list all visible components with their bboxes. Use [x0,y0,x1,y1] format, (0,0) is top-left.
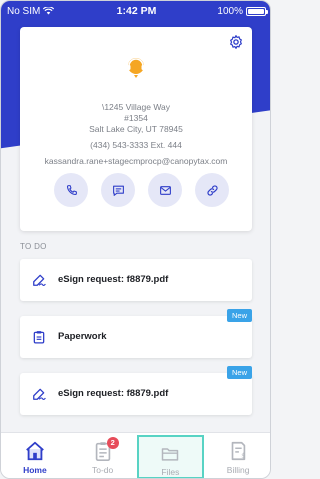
email-address: kassandra.rane+stagecmprocp@canopytax.co… [44,156,228,166]
gear-icon[interactable] [228,34,244,50]
todo-item[interactable]: eSign request: f8879.pdf [20,259,252,301]
tab-label: Files [161,467,180,477]
link-icon [206,184,218,196]
new-badge: New [226,366,252,379]
todo-section-label: TO DO [20,242,47,251]
contact-card: \1245 Village Way #1354 Salt Lake City, … [20,27,252,231]
invoice-icon: $ [231,441,245,461]
tab-files[interactable]: Files [136,435,205,478]
status-bar: No SIM 1:42 PM 100% [1,1,270,21]
phone-number: (434) 543-3333 Ext. 444 [90,140,182,150]
signature-icon [33,274,46,286]
todo-item-title: eSign request: f8879.pdf [58,274,169,285]
phone-screen: No SIM 1:42 PM 100% \1245 Village Way #1… [0,0,271,479]
todo-item-title: Paperwork [58,331,107,342]
tab-label: To-do [91,465,114,475]
address-line-2: #1354 [124,113,148,123]
address-line-1: \1245 Village Way [101,102,171,112]
bottom-tab-bar: Home 2 To-do Files $ Billing [1,432,270,478]
support-headset-icon [127,58,145,78]
tab-todo[interactable]: 2 To-do [69,433,137,478]
envelope-icon [159,185,171,195]
todo-item-title: eSign request: f8879.pdf [58,388,169,399]
status-time: 1:42 PM [116,5,157,17]
call-button[interactable] [54,173,88,207]
signature-icon [33,388,46,400]
link-button[interactable] [195,173,229,207]
folder-icon [162,448,179,461]
message-button[interactable] [101,173,135,207]
tab-label: Billing [226,465,250,475]
todo-count-badge: 2 [106,437,119,449]
new-badge: New [226,309,252,322]
chat-icon [112,185,124,196]
tab-home[interactable]: Home [1,433,69,478]
tab-label: Home [23,465,47,475]
tab-billing[interactable]: $ Billing [204,433,270,478]
todo-item[interactable]: eSign request: f8879.pdf New [20,366,252,415]
battery-icon [246,6,268,16]
home-icon [26,441,44,461]
email-button[interactable] [148,173,182,207]
svg-text:$: $ [241,451,245,459]
address-line-3: Salt Lake City, UT 78945 [89,124,183,134]
phone-icon [66,184,77,195]
clipboard-icon [33,331,45,344]
todo-item[interactable]: Paperwork New [20,309,252,358]
